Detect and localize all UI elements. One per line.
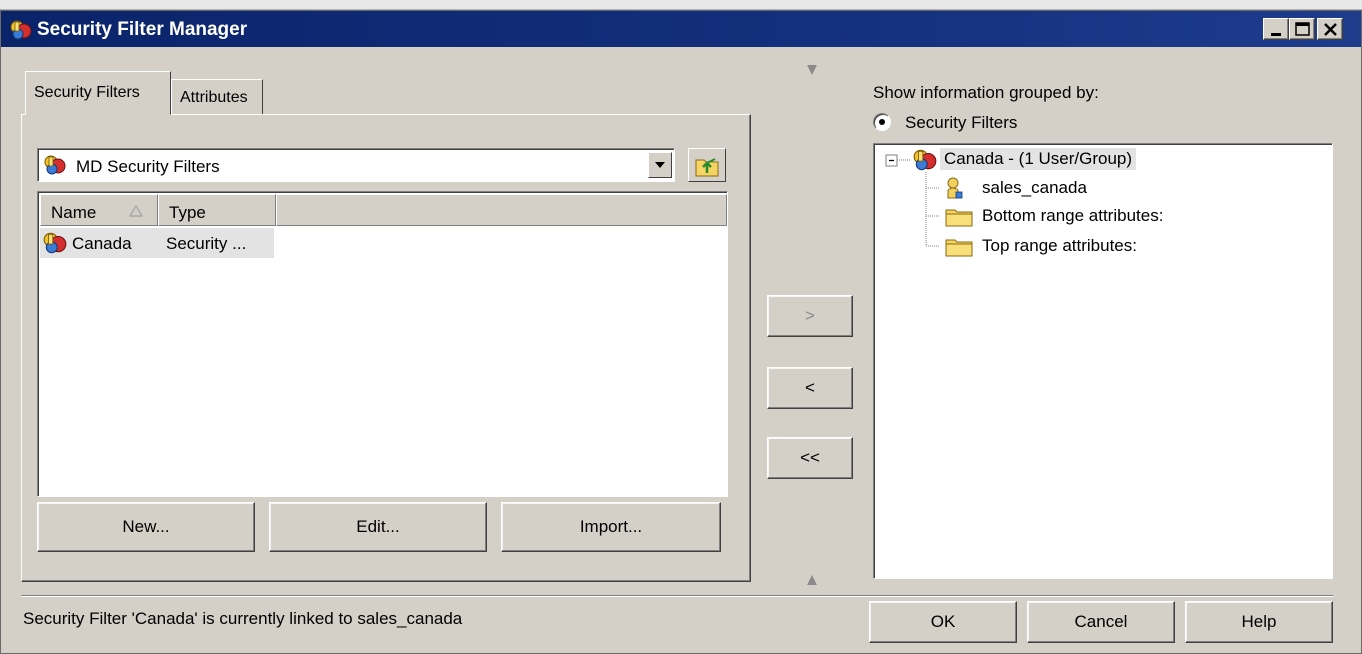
radio-label: Security Filters [905, 113, 1018, 132]
title-bar[interactable]: Security Filter Manager [1, 11, 1361, 47]
up-one-level-button[interactable] [688, 148, 726, 182]
move-right-button[interactable]: > [767, 295, 853, 337]
tab-label: Attributes [180, 89, 248, 106]
column-label: Name [51, 203, 97, 222]
tab-attributes[interactable]: Attributes [171, 79, 263, 115]
list-item[interactable]: Canada Security ... [40, 228, 274, 258]
radio-selected-dot [879, 119, 885, 125]
column-header-name[interactable]: Name [40, 194, 158, 226]
user-icon [947, 177, 963, 199]
security-filter-icon [42, 154, 68, 181]
status-text: Security Filter 'Canada' is currently li… [23, 609, 463, 628]
maximize-icon [1295, 22, 1310, 36]
group-by-label: Show information grouped by: [873, 83, 1099, 102]
cancel-button[interactable]: Cancel [1027, 601, 1175, 643]
tab-security-filters[interactable]: Security Filters [25, 71, 171, 115]
close-icon [1324, 23, 1337, 36]
edit-button[interactable]: Edit... [269, 502, 487, 552]
import-button[interactable]: Import... [501, 502, 721, 552]
ok-button[interactable]: OK [869, 601, 1017, 643]
tree-node-label: Top range attributes: [982, 236, 1137, 255]
chevron-down-icon [655, 162, 665, 168]
separator [21, 595, 1333, 597]
security-filter-icon [9, 19, 33, 47]
background-strip [0, 0, 1362, 10]
column-label: Type [169, 203, 206, 222]
minimize-button[interactable] [1263, 18, 1289, 40]
splitter-down-arrow-icon[interactable] [805, 63, 819, 77]
tree-node-label: Canada - (1 User/Group) [940, 148, 1137, 170]
item-name: Canada [72, 234, 132, 253]
tab-label: Security Filters [34, 84, 140, 101]
sort-ascending-icon [129, 205, 143, 217]
security-filter-icon [42, 231, 68, 260]
security-filter-list[interactable]: Name Type Canada Security ... [37, 191, 728, 497]
minimize-icon [1271, 33, 1281, 36]
maximize-button[interactable] [1289, 18, 1315, 40]
details-tree[interactable]: Canada - (1 User/Group) sales_canada Bot… [873, 143, 1333, 579]
new-button[interactable]: New... [37, 502, 255, 552]
help-button[interactable]: Help [1185, 601, 1333, 643]
tree-node-label: Bottom range attributes: [982, 206, 1164, 225]
folder-up-icon [695, 158, 719, 177]
item-type: Security ... [166, 234, 247, 253]
dropdown-value: MD Security Filters [76, 157, 220, 176]
security-filter-icon [913, 149, 937, 171]
tree-node-label: sales_canada [982, 178, 1087, 197]
list-header: Name Type [40, 194, 727, 226]
dropdown-arrow-button[interactable] [648, 152, 672, 178]
column-header-empty [276, 194, 727, 226]
folder-icon [945, 209, 973, 227]
column-header-type[interactable]: Type [158, 194, 276, 226]
move-left-button[interactable]: < [767, 367, 853, 409]
close-button[interactable] [1317, 18, 1343, 40]
filter-source-dropdown[interactable]: MD Security Filters [37, 148, 675, 182]
window-title: Security Filter Manager [37, 19, 248, 40]
folder-icon [945, 239, 973, 257]
splitter-up-arrow-icon[interactable] [805, 573, 819, 587]
security-filter-manager-window: Security Filter Manager Security Filters… [0, 10, 1362, 654]
move-all-left-button[interactable]: << [767, 437, 853, 479]
